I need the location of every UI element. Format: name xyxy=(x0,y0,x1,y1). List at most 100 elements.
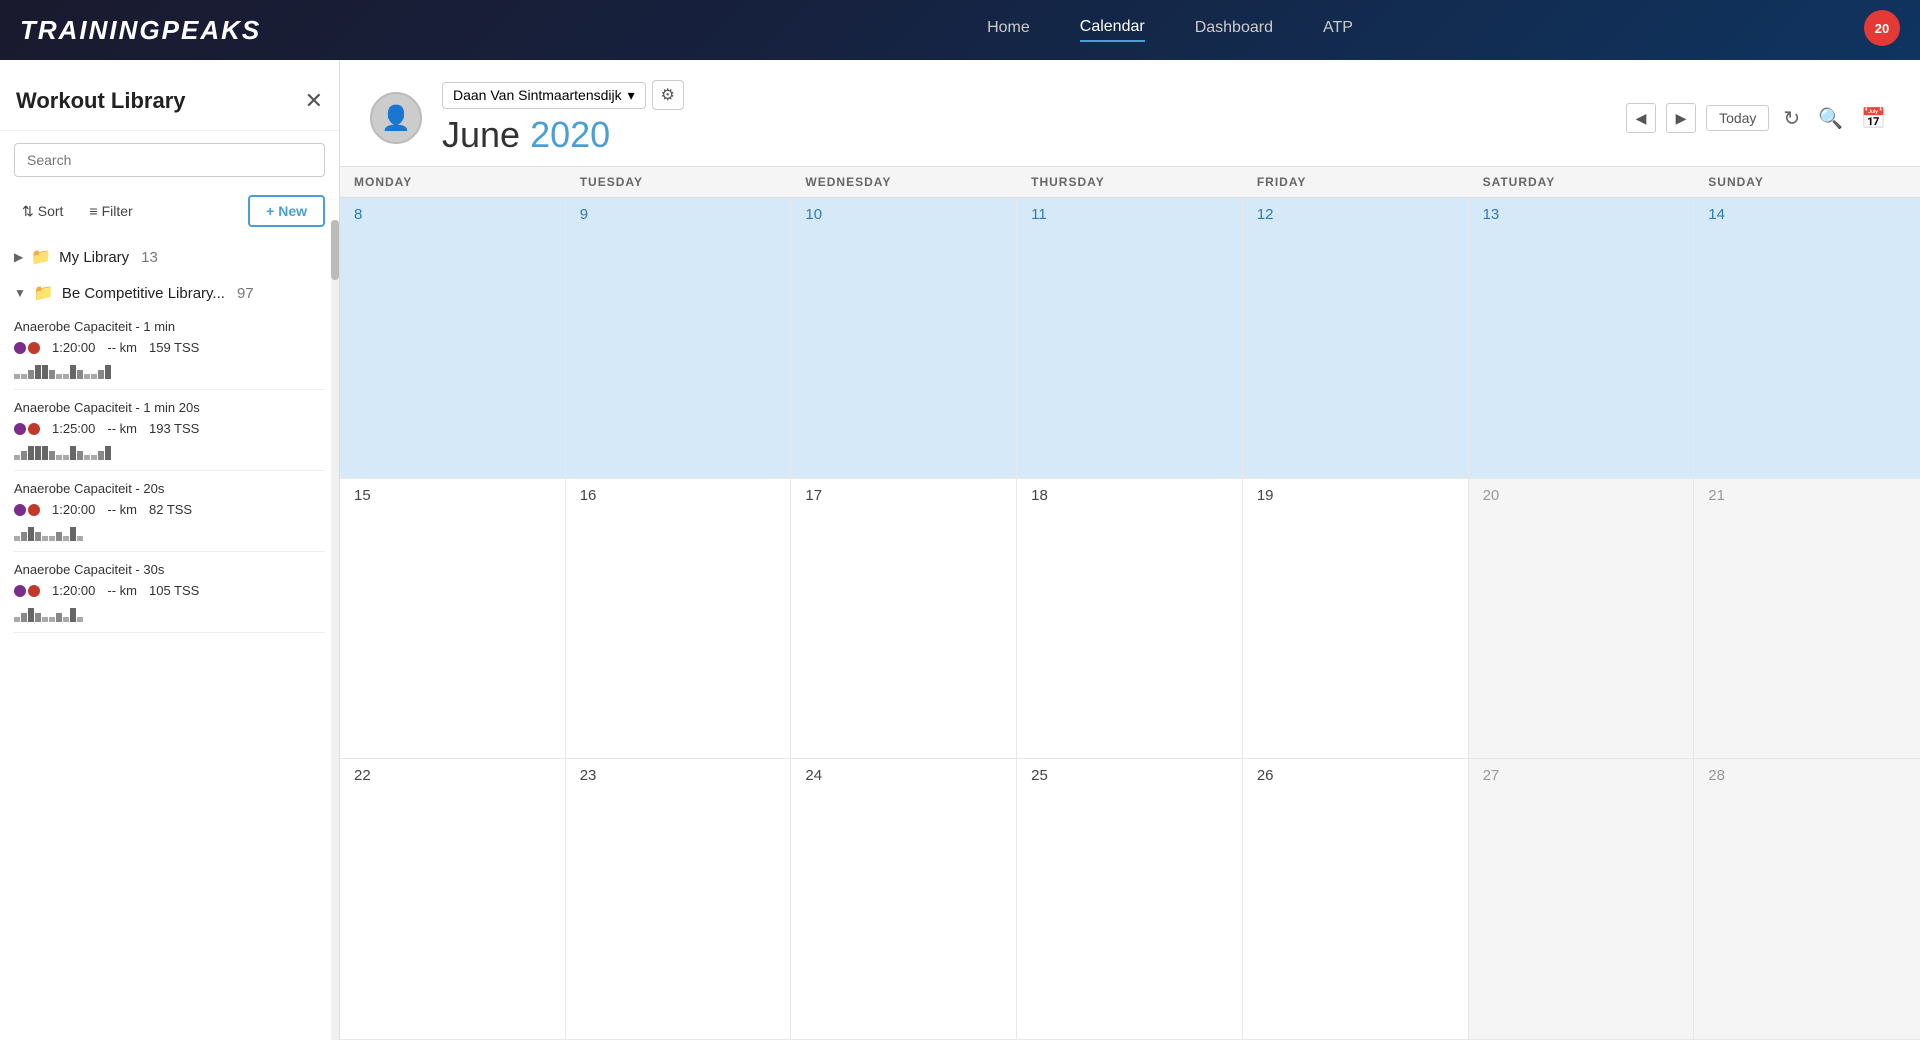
date-number: 17 xyxy=(805,487,1002,504)
calendar-cell[interactable]: 10 xyxy=(791,198,1017,478)
day-header-monday: MONDAY xyxy=(340,167,566,197)
my-library-count: 13 xyxy=(141,249,158,266)
date-number: 16 xyxy=(580,487,777,504)
workout-duration: 1:20:00 xyxy=(52,340,95,355)
calendar-cell[interactable]: 17 xyxy=(791,479,1017,759)
calendar-cell[interactable]: 18 xyxy=(1017,479,1243,759)
gear-icon: ⚙ xyxy=(660,85,674,105)
calendar-cell[interactable]: 16 xyxy=(566,479,792,759)
workout-library-sidebar: Workout Library ✕ ⇅ Sort ≡ Filter + New … xyxy=(0,60,340,1040)
day-header-friday: FRIDAY xyxy=(1243,167,1469,197)
workout-item[interactable]: Anaerobe Capaciteit - 30s 1:20:00 -- km … xyxy=(14,552,325,633)
calendar-cell[interactable]: 24 xyxy=(791,759,1017,1039)
nav-home[interactable]: Home xyxy=(987,19,1030,41)
workout-duration: 1:25:00 xyxy=(52,421,95,436)
workout-tss: 82 TSS xyxy=(149,502,192,517)
be-competitive-name: Be Competitive Library... xyxy=(62,285,225,302)
my-library-group[interactable]: ▶ 📁 My Library 13 xyxy=(14,237,325,273)
calendar-header-right: Daan Van Sintmaartensdijk ▾ ⚙ June 2020 xyxy=(442,80,1606,156)
workout-type-icon xyxy=(14,504,40,516)
sort-button[interactable]: ⇅ Sort xyxy=(14,199,71,224)
be-competitive-library-group[interactable]: ▼ 📁 Be Competitive Library... 97 xyxy=(14,273,325,309)
workout-item[interactable]: Anaerobe Capaciteit - 1 min 1:20:00 -- k… xyxy=(14,309,325,390)
date-number: 26 xyxy=(1257,767,1454,784)
next-month-button[interactable]: ▶ xyxy=(1666,103,1696,133)
prev-month-button[interactable]: ◀ xyxy=(1626,103,1656,133)
avatar-icon: 👤 xyxy=(381,104,411,133)
calendar-cell[interactable]: 25 xyxy=(1017,759,1243,1039)
my-library-name: My Library xyxy=(59,249,129,266)
calendar-cell[interactable]: 22 xyxy=(340,759,566,1039)
year-number: 2020 xyxy=(530,114,610,155)
day-header-saturday: SATURDAY xyxy=(1469,167,1695,197)
workout-bar xyxy=(14,442,325,460)
user-avatar: 👤 xyxy=(370,92,422,144)
calendar-cell[interactable]: 28 xyxy=(1694,759,1920,1039)
calendar-cell[interactable]: 23 xyxy=(566,759,792,1039)
sidebar-scrollbar[interactable] xyxy=(331,220,339,1040)
date-number: 22 xyxy=(354,767,551,784)
dot-red-icon xyxy=(28,342,40,354)
date-number: 19 xyxy=(1257,487,1454,504)
be-competitive-arrow: ▼ xyxy=(14,286,26,300)
date-number: 21 xyxy=(1708,487,1906,504)
dot-red-icon xyxy=(28,504,40,516)
close-sidebar-button[interactable]: ✕ xyxy=(305,90,323,112)
workout-item[interactable]: Anaerobe Capaciteit - 1 min 20s 1:25:00 … xyxy=(14,390,325,471)
workout-type-icon xyxy=(14,342,40,354)
nav-atp[interactable]: ATP xyxy=(1323,19,1353,41)
settings-button[interactable]: ⚙ xyxy=(652,80,684,110)
workout-stats: 1:20:00 -- km 105 TSS xyxy=(14,583,325,598)
be-competitive-count: 97 xyxy=(237,285,254,302)
user-selector-button[interactable]: Daan Van Sintmaartensdijk ▾ xyxy=(442,82,646,109)
date-number: 18 xyxy=(1031,487,1228,504)
sidebar-scrollbar-thumb[interactable] xyxy=(331,220,339,280)
workout-distance: -- km xyxy=(107,583,137,598)
workout-distance: -- km xyxy=(107,502,137,517)
new-workout-button[interactable]: + New xyxy=(248,195,325,227)
calendar-cell[interactable]: 26 xyxy=(1243,759,1469,1039)
date-number: 23 xyxy=(580,767,777,784)
calendar-cell[interactable]: 11 xyxy=(1017,198,1243,478)
calendar-cell[interactable]: 8 xyxy=(340,198,566,478)
date-number: 14 xyxy=(1708,206,1906,223)
sidebar-header: Workout Library ✕ xyxy=(0,60,339,131)
month-title: June 2020 xyxy=(442,114,1606,156)
calendar-cell[interactable]: 12 xyxy=(1243,198,1469,478)
calendar-cell[interactable]: 20 xyxy=(1469,479,1695,759)
nav-calendar[interactable]: Calendar xyxy=(1080,18,1145,42)
search-button[interactable]: 🔍 xyxy=(1814,102,1847,135)
nav-dashboard[interactable]: Dashboard xyxy=(1195,19,1273,41)
workout-bar xyxy=(14,523,325,541)
date-number: 13 xyxy=(1483,206,1680,223)
date-number: 12 xyxy=(1257,206,1454,223)
workout-title: Anaerobe Capaciteit - 1 min 20s xyxy=(14,400,325,415)
day-header-sunday: SUNDAY xyxy=(1694,167,1920,197)
filter-button[interactable]: ≡ Filter xyxy=(81,199,140,223)
calendar-header: 👤 Daan Van Sintmaartensdijk ▾ ⚙ June 202… xyxy=(340,60,1920,166)
calendar-cell[interactable]: 14 xyxy=(1694,198,1920,478)
main-layout: Workout Library ✕ ⇅ Sort ≡ Filter + New … xyxy=(0,60,1920,1040)
calendar-cell[interactable]: 21 xyxy=(1694,479,1920,759)
search-input[interactable] xyxy=(14,143,325,177)
date-number: 9 xyxy=(580,206,777,223)
calendar-area: 👤 Daan Van Sintmaartensdijk ▾ ⚙ June 202… xyxy=(340,60,1920,1040)
my-library-folder-icon: 📁 xyxy=(31,247,51,267)
calendar-week-2: 15 16 17 18 19 20 xyxy=(340,479,1920,760)
workout-stats: 1:20:00 -- km 82 TSS xyxy=(14,502,325,517)
workout-distance: -- km xyxy=(107,340,137,355)
workout-item[interactable]: Anaerobe Capaciteit - 20s 1:20:00 -- km … xyxy=(14,471,325,552)
date-number: 11 xyxy=(1031,206,1228,223)
notification-badge[interactable]: 20 xyxy=(1864,10,1900,46)
today-button[interactable]: Today xyxy=(1706,105,1769,131)
calendar-view-button[interactable]: 📅 xyxy=(1857,102,1890,135)
refresh-button[interactable]: ↻ xyxy=(1779,102,1804,135)
workout-type-icon xyxy=(14,585,40,597)
dot-red-icon xyxy=(28,585,40,597)
calendar-cell[interactable]: 15 xyxy=(340,479,566,759)
calendar-cell[interactable]: 27 xyxy=(1469,759,1695,1039)
calendar-cell[interactable]: 13 xyxy=(1469,198,1695,478)
workout-tss: 159 TSS xyxy=(149,340,199,355)
calendar-cell[interactable]: 9 xyxy=(566,198,792,478)
calendar-cell[interactable]: 19 xyxy=(1243,479,1469,759)
